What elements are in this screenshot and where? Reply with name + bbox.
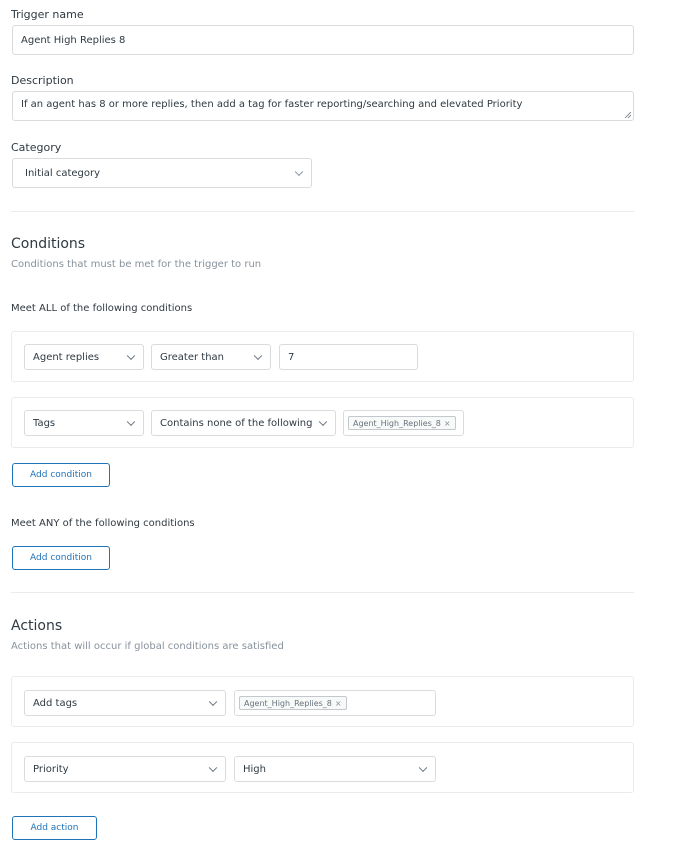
action-tags-input[interactable]: Agent_High_Replies_8 × [234, 690, 436, 716]
chevron-down-icon [294, 167, 304, 177]
condition-field-select[interactable]: Agent replies [24, 344, 144, 370]
tag-chip: Agent_High_Replies_8 × [348, 416, 456, 430]
action-field-select[interactable]: Priority [24, 756, 226, 782]
description-label: Description [11, 74, 74, 87]
conditions-subtitle: Conditions that must be met for the trig… [11, 259, 262, 270]
category-label: Category [11, 141, 62, 154]
condition-operator-select[interactable]: Greater than [151, 344, 271, 370]
trigger-name-input[interactable]: Agent High Replies 8 [12, 25, 634, 55]
condition-value-input[interactable]: 7 [279, 344, 418, 370]
condition-field-value: Tags [33, 417, 56, 429]
any-conditions-title: Meet ANY of the following conditions [11, 518, 195, 529]
description-value: If an agent has 8 or more replies, then … [21, 99, 523, 110]
chevron-down-icon [208, 763, 218, 773]
action-field-select[interactable]: Add tags [24, 690, 226, 716]
action-field-value: Priority [33, 763, 69, 775]
condition-value: 7 [288, 351, 295, 363]
add-condition-all-button[interactable]: Add condition [12, 463, 110, 487]
action-value: High [243, 763, 266, 775]
category-value: Initial category [25, 167, 101, 179]
divider [11, 211, 634, 212]
chevron-down-icon [253, 351, 263, 361]
condition-operator-value: Greater than [160, 351, 225, 363]
action-field-value: Add tags [33, 697, 78, 709]
add-condition-any-button[interactable]: Add condition [12, 546, 110, 570]
chevron-down-icon [126, 351, 136, 361]
trigger-name-value: Agent High Replies 8 [21, 34, 126, 46]
close-icon[interactable]: × [444, 419, 451, 428]
tag-label: Agent_High_Replies_8 [353, 418, 441, 428]
chevron-down-icon [126, 417, 136, 427]
all-conditions-title: Meet ALL of the following conditions [11, 303, 193, 314]
chevron-down-icon [208, 697, 218, 707]
condition-row: Agent replies Greater than 7 [11, 331, 634, 382]
tag-label: Agent_High_Replies_8 [244, 698, 332, 708]
category-select[interactable]: Initial category [12, 158, 312, 188]
add-action-button[interactable]: Add action [12, 816, 97, 840]
action-row: Priority High [11, 742, 634, 793]
tag-chip: Agent_High_Replies_8 × [239, 696, 347, 710]
action-value-select[interactable]: High [234, 756, 436, 782]
condition-operator-select[interactable]: Contains none of the following [151, 410, 336, 436]
chevron-down-icon [418, 763, 428, 773]
condition-field-value: Agent replies [33, 351, 100, 363]
condition-operator-value: Contains none of the following [160, 417, 313, 429]
tags-input[interactable]: Agent_High_Replies_8 × [343, 410, 464, 436]
action-row: Add tags Agent_High_Replies_8 × [11, 676, 634, 727]
conditions-title: Conditions [11, 236, 86, 252]
condition-field-select[interactable]: Tags [24, 410, 144, 436]
close-icon[interactable]: × [335, 699, 342, 708]
trigger-name-label: Trigger name [11, 8, 84, 21]
divider [11, 592, 634, 593]
condition-row: Tags Contains none of the following Agen… [11, 397, 634, 448]
chevron-down-icon [318, 417, 328, 427]
description-textarea[interactable]: If an agent has 8 or more replies, then … [12, 91, 634, 121]
actions-title: Actions [11, 618, 63, 634]
resize-handle-icon[interactable] [624, 111, 631, 118]
actions-subtitle: Actions that will occur if global condit… [11, 641, 284, 652]
